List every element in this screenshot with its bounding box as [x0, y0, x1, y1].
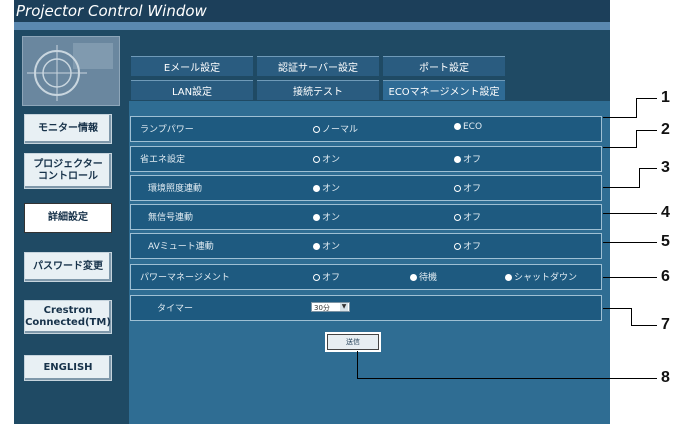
row-lamp-power: ランプパワー ノーマル ECO [130, 116, 602, 142]
tab-connection-test[interactable]: 接続テスト [257, 80, 379, 100]
callout-line-7 [603, 308, 632, 309]
callout-line-6 [603, 277, 657, 278]
tab-email-settings[interactable]: Eメール設定 [131, 56, 253, 76]
callout-line-1b [636, 98, 637, 118]
callout-number-4: 4 [661, 204, 670, 221]
radio-icon [313, 185, 320, 192]
ambient-light-off-radio[interactable]: オフ [454, 181, 481, 194]
radio-icon [454, 214, 461, 221]
no-signal-label: 無信号連動 [148, 213, 194, 223]
radio-icon [454, 243, 461, 250]
callout-number-7: 7 [661, 316, 670, 333]
callout-line-2c [636, 130, 657, 131]
radio-icon [410, 274, 417, 281]
callout-line-8b [357, 378, 657, 379]
av-mute-off-radio[interactable]: オフ [454, 239, 481, 252]
tab-lan-settings[interactable]: LAN設定 [131, 80, 253, 100]
sidebar-item-english[interactable]: ENGLISH [24, 355, 112, 381]
tab-auth-server-settings[interactable]: 認証サーバー設定 [257, 56, 379, 76]
callout-line-2b [636, 130, 637, 148]
radio-icon [313, 156, 320, 163]
radio-icon [454, 185, 461, 192]
sidebar-item-crestron[interactable]: Crestron Connected(TM) [24, 300, 112, 334]
ambient-light-on-radio[interactable]: オン [313, 181, 340, 194]
callout-line-3c [639, 168, 657, 169]
power-management-shutdown-radio[interactable]: シャットダウン [505, 270, 577, 283]
sidebar-item-change-password[interactable]: パスワード変更 [24, 252, 112, 282]
power-management-off-radio[interactable]: オフ [313, 270, 340, 283]
radio-icon [454, 123, 461, 130]
timer-select[interactable]: 30分 ▼ [311, 302, 350, 312]
radio-icon [505, 274, 512, 281]
row-av-mute: AVミュート連動 オン オフ [130, 233, 602, 259]
callout-line-1c [636, 98, 657, 99]
callout-number-1: 1 [661, 89, 670, 106]
lamp-power-normal-radio[interactable]: ノーマル [313, 122, 358, 135]
power-save-off-radio[interactable]: オフ [454, 152, 481, 165]
callout-line-7c [631, 325, 657, 326]
send-button[interactable]: 送信 [327, 334, 379, 350]
radio-icon [313, 274, 320, 281]
radio-icon [313, 214, 320, 221]
power-save-label: 省エネ設定 [140, 155, 186, 165]
callout-line-3b [639, 168, 640, 188]
radio-icon [454, 156, 461, 163]
callout-number-3: 3 [661, 159, 670, 176]
av-mute-label: AVミュート連動 [148, 242, 214, 252]
callout-line-4 [603, 213, 657, 214]
projector-logo-icon [22, 36, 120, 106]
row-power-management: パワーマネージメント オフ 待機 シャットダウン [130, 264, 602, 290]
callout-line-3 [603, 187, 639, 188]
lamp-power-eco-radio[interactable]: ECO [454, 122, 482, 132]
callout-line-2 [603, 147, 636, 148]
tab-port-settings[interactable]: ポート設定 [383, 56, 505, 76]
window-title: Projector Control Window [14, 0, 610, 22]
lamp-power-label: ランプパワー [140, 125, 194, 135]
callout-line-1 [603, 117, 636, 118]
callout-line-7b [631, 308, 632, 326]
callout-number-2: 2 [661, 121, 670, 138]
callout-number-5: 5 [661, 233, 670, 250]
callout-number-6: 6 [661, 268, 670, 285]
radio-icon [313, 126, 320, 133]
callout-number-8: 8 [661, 369, 670, 386]
callout-line-8 [357, 351, 358, 378]
callout-line-5 [603, 242, 657, 243]
radio-icon [313, 243, 320, 250]
power-management-standby-radio[interactable]: 待機 [410, 270, 437, 283]
no-signal-off-radio[interactable]: オフ [454, 210, 481, 223]
ambient-light-label: 環境照度連動 [148, 184, 203, 194]
row-no-signal: 無信号連動 オン オフ [130, 204, 602, 230]
row-ambient-light: 環境照度連動 オン オフ [130, 175, 602, 201]
chevron-down-icon: ▼ [340, 303, 348, 311]
sidebar-item-advanced-settings[interactable]: 詳細設定 [24, 203, 112, 233]
sidebar-item-monitor-info[interactable]: モニター情報 [24, 114, 112, 144]
power-management-label: パワーマネージメント [140, 273, 230, 283]
no-signal-on-radio[interactable]: オン [313, 210, 340, 223]
projector-control-window: Projector Control Window モニター情報 プロジェクター … [14, 0, 610, 424]
sidebar-item-projector-control[interactable]: プロジェクター コントロール [24, 153, 112, 189]
power-save-on-radio[interactable]: オン [313, 152, 340, 165]
timer-label: タイマー [157, 304, 194, 314]
row-timer: タイマー 30分 ▼ [130, 295, 602, 321]
av-mute-on-radio[interactable]: オン [313, 239, 340, 252]
title-underline-bar [14, 22, 610, 30]
row-power-save: 省エネ設定 オン オフ [130, 146, 602, 172]
tab-eco-management[interactable]: ECOマネージメント設定 [383, 80, 505, 100]
